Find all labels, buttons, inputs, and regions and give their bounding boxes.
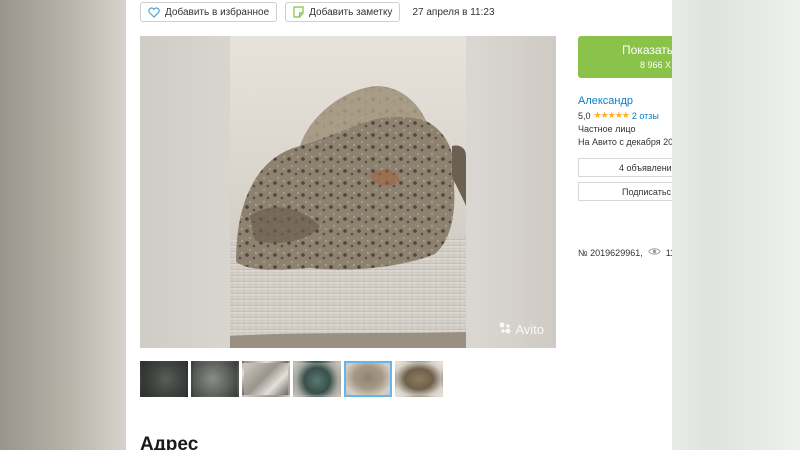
address-heading: Адрес bbox=[140, 434, 199, 450]
rating-stars-icon: ★★★★★ bbox=[593, 110, 630, 120]
thumbnail[interactable] bbox=[293, 361, 341, 397]
add-to-favorites-button[interactable]: Добавить в избранное bbox=[140, 2, 278, 22]
ad-meta: № 2019629961, 11 bbox=[578, 247, 672, 258]
reviews-link[interactable]: 2 отзы bbox=[632, 111, 659, 121]
thumbnail[interactable] bbox=[242, 361, 290, 397]
seller-since: На Авито с декабря 20 bbox=[578, 137, 672, 147]
subscribe-label: Подписатьс bbox=[622, 187, 672, 197]
seller-ads-label: 4 объявлени bbox=[619, 163, 672, 173]
thumbnail[interactable] bbox=[140, 361, 188, 397]
phone-partial: 8 966 X bbox=[640, 60, 672, 70]
show-phone-button[interactable]: Показать 8 966 X bbox=[578, 36, 672, 78]
main-photo-viewer[interactable]: Avito bbox=[140, 36, 556, 348]
show-phone-label: Показать bbox=[622, 43, 672, 57]
add-note-button[interactable]: Добавить заметку bbox=[285, 2, 401, 22]
listing-date: 27 апреля в 11:23 bbox=[412, 6, 495, 18]
subscribe-button[interactable]: Подписатьс bbox=[578, 182, 672, 201]
avito-watermark: Avito bbox=[498, 321, 544, 338]
seller-rating: 5,0 ★★★★★ 2 отзы bbox=[578, 110, 659, 121]
thumbnail[interactable] bbox=[395, 361, 443, 397]
avito-dots-icon bbox=[498, 321, 512, 338]
seller-sidebar: Показать 8 966 X Александр 5,0 ★★★★★ 2 о… bbox=[578, 0, 672, 450]
thumbnail-active[interactable] bbox=[344, 361, 392, 397]
listing-toolbar: Добавить в избранное Добавить заметку 27… bbox=[140, 2, 495, 22]
rating-value: 5,0 bbox=[578, 110, 591, 121]
ad-number: № 2019629961, bbox=[578, 247, 643, 258]
heart-icon bbox=[148, 6, 160, 18]
note-icon bbox=[293, 6, 304, 18]
seller-type: Частное лицо bbox=[578, 124, 636, 134]
add-to-favorites-label: Добавить в избранное bbox=[165, 6, 270, 18]
seller-ads-button[interactable]: 4 объявлени bbox=[578, 158, 672, 177]
eye-icon bbox=[647, 247, 661, 258]
avito-watermark-text: Avito bbox=[515, 322, 544, 337]
left-background-blur bbox=[0, 0, 126, 450]
thumbnail-strip bbox=[140, 361, 443, 397]
main-photo-stone bbox=[230, 36, 466, 348]
listing-page: Добавить в избранное Добавить заметку 27… bbox=[126, 0, 672, 450]
seller-name-link[interactable]: Александр bbox=[578, 95, 633, 107]
add-note-label: Добавить заметку bbox=[309, 6, 393, 18]
views-count: 11 bbox=[665, 247, 672, 258]
right-background-blur bbox=[672, 0, 800, 450]
thumbnail[interactable] bbox=[191, 361, 239, 397]
